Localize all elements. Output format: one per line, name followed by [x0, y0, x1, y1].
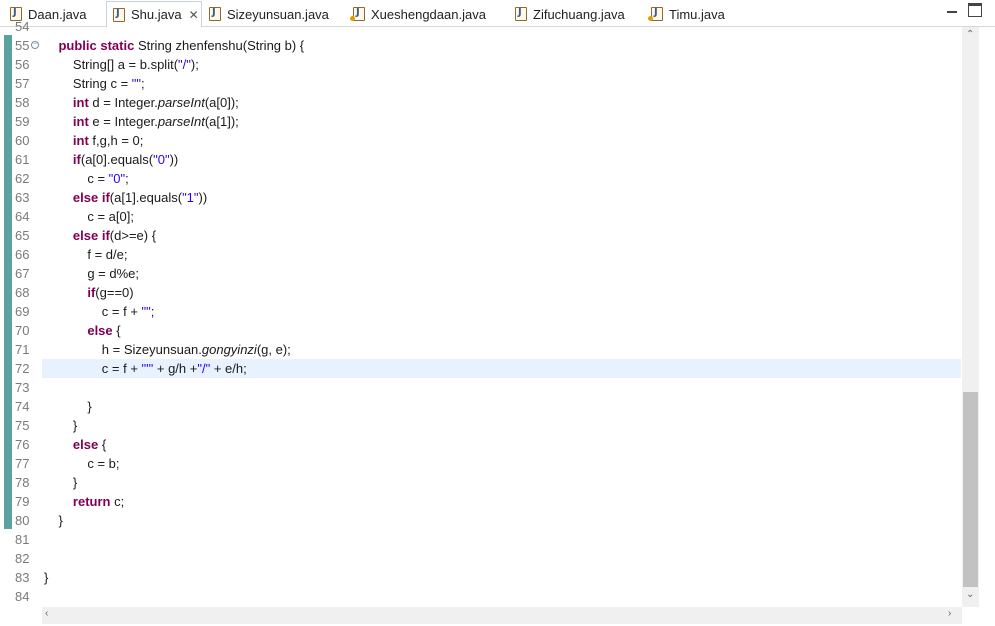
code-text: c = b;: [44, 456, 120, 471]
line-number: 56: [15, 57, 30, 72]
chevron-up-icon[interactable]: ⌃: [966, 29, 974, 40]
line-number: 60: [15, 133, 30, 148]
line-number: 74: [15, 399, 30, 414]
code-text: if(g==0): [87, 285, 134, 300]
line-number: 79: [15, 494, 30, 509]
code-text: }: [44, 399, 92, 414]
code-line[interactable]: 84: [0, 587, 962, 606]
code-line[interactable]: 76 else {: [0, 435, 962, 454]
code-text: }: [44, 418, 78, 433]
line-number: 75: [15, 418, 30, 433]
code-line[interactable]: 70 else {: [0, 321, 962, 340]
line-number: 84: [15, 589, 30, 604]
line-number: 71: [15, 342, 30, 357]
line-number: 57: [15, 76, 30, 91]
code-line[interactable]: 63 else if(a[1].equals("1")): [0, 188, 962, 207]
code-text: f = d/e;: [44, 247, 128, 262]
chevron-left-icon[interactable]: ‹: [45, 608, 48, 619]
code-line[interactable]: 80 }: [0, 511, 962, 530]
line-number: 66: [15, 247, 30, 262]
line-number: 70: [15, 323, 30, 338]
line-number: 64: [15, 209, 30, 224]
line-number: 80: [15, 513, 30, 528]
code-text: h = Sizeyunsuan.gongyinzi(g, e);: [44, 342, 291, 357]
code-text: c = "0";: [44, 171, 129, 186]
code-line[interactable]: 60 int f,g,h = 0;: [0, 131, 962, 150]
code-text: int f,g,h = 0;: [72, 133, 144, 148]
line-number: 81: [15, 532, 30, 547]
code-text: String c = "";: [44, 76, 145, 91]
code-line[interactable]: 77 c = b;: [0, 454, 962, 473]
code-line[interactable]: 58 int d = Integer.parseInt(a[0]);: [0, 93, 962, 112]
line-number: 58: [15, 95, 30, 110]
code-text: public static String zhenfenshu(String b…: [58, 38, 305, 53]
code-line[interactable]: 81: [0, 530, 962, 549]
code-text: if(a[0].equals("0")): [72, 152, 179, 167]
minimize-icon[interactable]: [945, 3, 959, 17]
code-text: return c;: [72, 494, 125, 509]
code-line[interactable]: 67 g = d%e;: [0, 264, 962, 283]
line-number: 65: [15, 228, 30, 243]
code-line[interactable]: 71 h = Sizeyunsuan.gongyinzi(g, e);: [0, 340, 962, 359]
code-line[interactable]: 61 if(a[0].equals("0")): [0, 150, 962, 169]
line-number: 76: [15, 437, 30, 452]
line-number: 69: [15, 304, 30, 319]
code-line[interactable]: 54: [0, 17, 962, 36]
line-number: 59: [15, 114, 30, 129]
code-text: g = d%e;: [44, 266, 140, 281]
code-editor[interactable]: 54 55− public static String zhenfenshu(St…: [0, 19, 995, 626]
code-text: else {: [72, 437, 107, 452]
code-line[interactable]: 73: [0, 378, 962, 397]
fold-toggle-icon[interactable]: −: [31, 41, 39, 49]
code-text: else if(d>=e) {: [72, 228, 157, 243]
line-number: 78: [15, 475, 30, 490]
line-number: 67: [15, 266, 30, 281]
code-line[interactable]: 57 String c = "";: [0, 74, 962, 93]
code-line[interactable]: 66 f = d/e;: [0, 245, 962, 264]
line-number: 82: [15, 551, 30, 566]
code-line[interactable]: 72 c = f + "'" + g/h +"/" + e/h;: [0, 359, 962, 378]
line-number: 62: [15, 171, 30, 186]
line-number: 73: [15, 380, 30, 395]
line-number: 54: [15, 19, 30, 34]
code-text: int d = Integer.parseInt(a[0]);: [72, 95, 239, 110]
code-text: }: [44, 475, 78, 490]
code-text: c = a[0];: [44, 209, 134, 224]
code-line[interactable]: 79 return c;: [0, 492, 962, 511]
code-line[interactable]: 83}: [0, 568, 962, 587]
code-text: }: [44, 570, 49, 585]
code-line[interactable]: 74 }: [0, 397, 962, 416]
code-text: int e = Integer.parseInt(a[1]);: [72, 114, 239, 129]
code-line[interactable]: 78 }: [0, 473, 962, 492]
chevron-down-icon[interactable]: ⌄: [966, 589, 974, 600]
line-number: 72: [15, 361, 30, 376]
code-text: else if(a[1].equals("1")): [72, 190, 208, 205]
code-text: else {: [87, 323, 121, 338]
code-line[interactable]: 64 c = a[0];: [0, 207, 962, 226]
code-text: String[] a = b.split("/");: [44, 57, 199, 72]
code-line[interactable]: 82: [0, 549, 962, 568]
code-line[interactable]: 68 if(g==0): [0, 283, 962, 302]
code-line[interactable]: 55− public static String zhenfenshu(Stri…: [0, 36, 962, 55]
code-line[interactable]: 56 String[] a = b.split("/");: [0, 55, 962, 74]
line-number: 68: [15, 285, 30, 300]
line-number: 61: [15, 152, 30, 167]
horizontal-scrollbar[interactable]: ‹ ›: [42, 607, 962, 624]
maximize-icon[interactable]: [968, 3, 982, 17]
vertical-scroll-thumb[interactable]: [963, 392, 978, 587]
code-line[interactable]: 59 int e = Integer.parseInt(a[1]);: [0, 112, 962, 131]
line-number: 83: [15, 570, 30, 585]
code-text: c = f + "";: [44, 304, 155, 319]
code-line[interactable]: 65 else if(d>=e) {: [0, 226, 962, 245]
code-text: c = f + "'" + g/h +"/" + e/h;: [44, 361, 247, 376]
chevron-right-icon[interactable]: ›: [948, 608, 951, 619]
code-line[interactable]: 62 c = "0";: [0, 169, 962, 188]
code-line[interactable]: 69 c = f + "";: [0, 302, 962, 321]
code-text: }: [44, 513, 63, 528]
line-number: 63: [15, 190, 30, 205]
line-number: 77: [15, 456, 30, 471]
vertical-scrollbar[interactable]: ⌃ ⌄: [962, 27, 979, 607]
code-line[interactable]: 75 }: [0, 416, 962, 435]
